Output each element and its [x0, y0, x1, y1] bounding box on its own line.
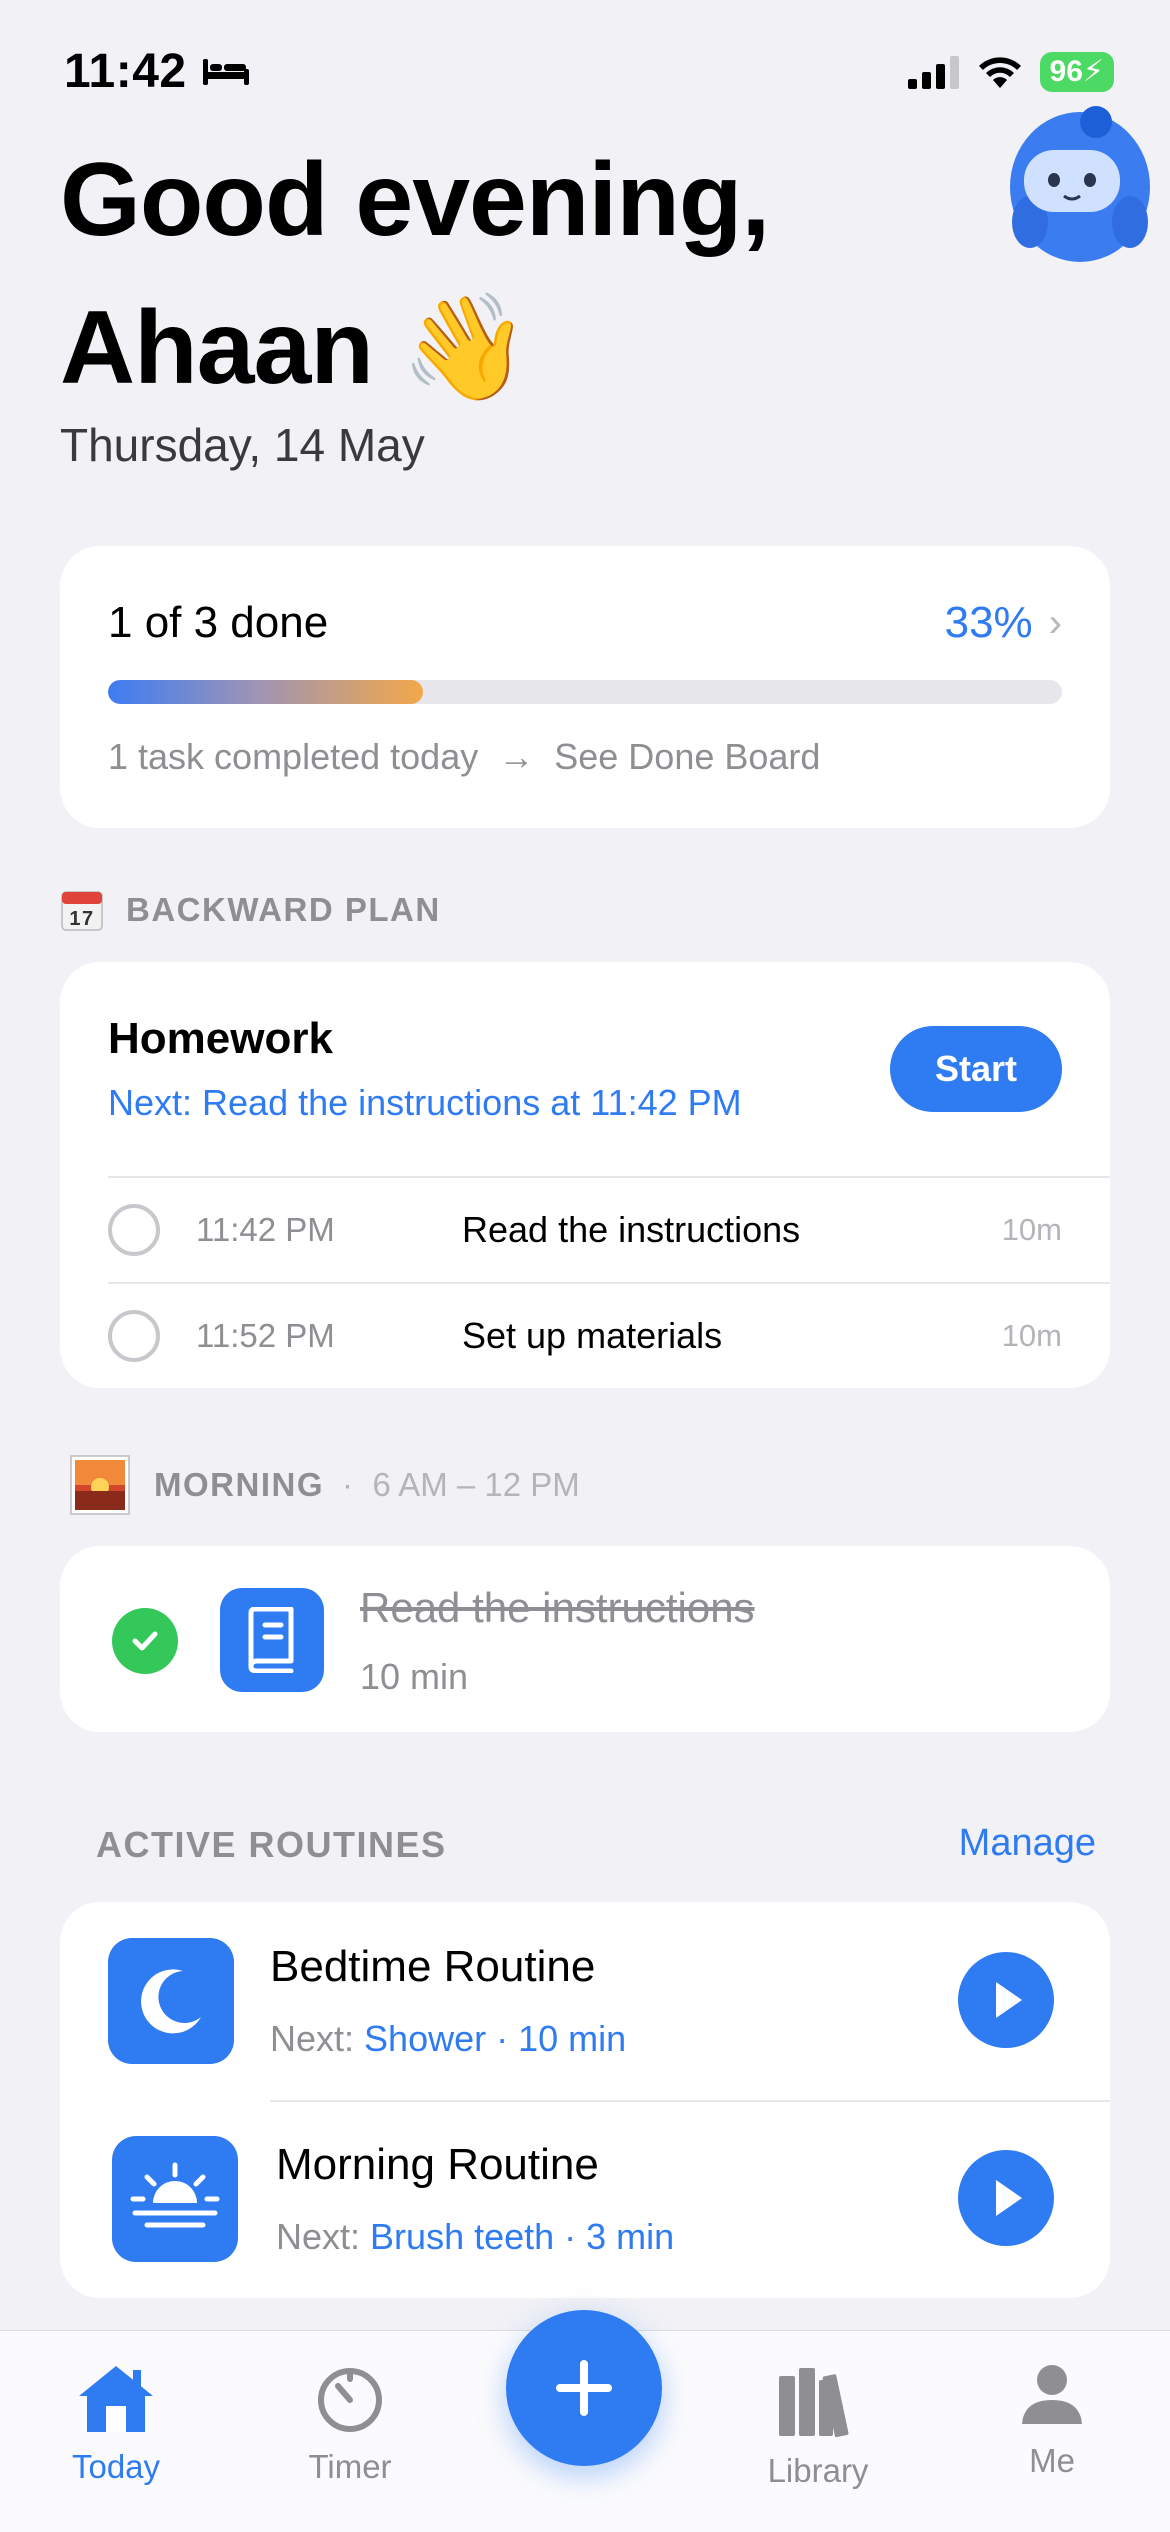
battery-level: 96 [1049, 55, 1083, 88]
plan-step-row[interactable]: 11:42 PM Read the instructions 10m [108, 1176, 1110, 1282]
start-button[interactable]: Start [890, 1026, 1062, 1112]
routine-next: Next: Brush teeth · 3 min [276, 2216, 674, 2258]
status-time-text: 11:42 [64, 45, 187, 98]
morning-range: 6 AM – 12 PM [372, 1466, 580, 1503]
timer-icon [318, 2368, 382, 2432]
progress-percent[interactable]: 33% › [945, 598, 1062, 648]
battery-indicator: 96⚡ [1039, 52, 1114, 92]
book-icon [220, 1588, 324, 1692]
morning-label-text: MORNING [154, 1466, 324, 1503]
routine-next-value: Brush teeth · 3 min [370, 2216, 675, 2257]
moon-icon [108, 1938, 234, 2064]
tab-timer-label: Timer [308, 2448, 392, 2485]
step-duration: 10m [1001, 1212, 1062, 1247]
sunrise-icon [112, 2136, 238, 2262]
library-icon [779, 2368, 849, 2438]
morning-label: MORNING · 6 AM – 12 PM [70, 1455, 580, 1515]
status-icons: 96⚡ [907, 52, 1114, 92]
home-screen: 11:42 96⚡ Good evening, Ahaan 👋 Thursday… [0, 0, 1170, 2532]
greeting-line-1: Good evening, [60, 142, 770, 258]
routine-title: Bedtime Routine [270, 1942, 596, 1991]
progress-title: 1 of 3 done [108, 598, 329, 647]
progress-subtitle: 1 task completed today → See Done Board [108, 736, 820, 778]
progress-percent-label: 33% [944, 598, 1033, 647]
plan-title: Homework [108, 1014, 333, 1063]
active-routines-header: ACTIVE ROUTINES [96, 1824, 447, 1865]
tab-timer[interactable]: Timer [300, 2362, 400, 2486]
manage-link[interactable]: Manage [959, 1822, 1096, 1865]
plus-icon [556, 2360, 612, 2416]
step-checkbox[interactable] [108, 1204, 160, 1256]
step-time: 11:52 PM [196, 1317, 335, 1354]
progress-card[interactable]: 1 of 3 done 33% › 1 task completed today… [60, 546, 1110, 828]
play-button[interactable] [958, 2150, 1054, 2246]
completed-task-title: Read the instructions [360, 1584, 755, 1631]
progress-fill [108, 680, 423, 704]
backward-plan-card[interactable]: Homework Next: Read the instructions at … [60, 962, 1110, 1388]
tab-today[interactable]: Today [66, 2362, 166, 2486]
home-icon [79, 2366, 153, 2432]
greeting-line-2: Ahaan 👋 [60, 290, 530, 406]
completed-count-text: 1 task completed today [108, 736, 479, 777]
person-icon [1022, 2365, 1082, 2424]
calendar-day: 17 [69, 908, 94, 930]
tab-library[interactable]: Library [756, 2362, 880, 2490]
add-button[interactable] [506, 2310, 662, 2466]
greeting-heading: Good evening, Ahaan 👋 [60, 126, 770, 422]
tab-today-label: Today [71, 2448, 161, 2485]
step-duration: 10m [1001, 1318, 1062, 1353]
tab-me-label: Me [1029, 2442, 1075, 2479]
routines-card: Bedtime Routine Next: Shower · 10 min Mo… [60, 1902, 1110, 2298]
progress-track [108, 680, 1062, 704]
current-date: Thursday, 14 May [60, 419, 425, 471]
chevron-right-icon: › [1048, 600, 1062, 645]
play-button[interactable] [958, 1952, 1054, 2048]
routine-row[interactable]: Bedtime Routine Next: Shower · 10 min [60, 1902, 1110, 2100]
routine-next-value: Shower · 10 min [364, 2018, 627, 2059]
routine-next-prefix: Next: [270, 2018, 355, 2059]
completed-task-duration: 10 min [360, 1656, 469, 1697]
morning-task-card[interactable]: Read the instructions 10 min [60, 1546, 1110, 1732]
status-time: 11:42 [64, 44, 251, 99]
completed-check-icon[interactable] [112, 1608, 178, 1674]
sunrise-photo-icon [70, 1455, 130, 1515]
plan-next: Next: Read the instructions at 11:42 PM [108, 1082, 742, 1123]
backward-plan-label-text: BACKWARD PLAN [126, 891, 441, 928]
separator-dot: · [342, 1466, 355, 1503]
step-time: 11:42 PM [196, 1211, 335, 1248]
wifi-icon [978, 57, 1021, 88]
plan-step-row[interactable]: 11:52 PM Set up materials 10m [108, 1282, 1110, 1388]
calendar-icon: 17 [61, 891, 103, 931]
robot-mascot-avatar[interactable] [990, 92, 1170, 272]
arrow-right-icon: → [488, 736, 555, 777]
routine-next: Next: Shower · 10 min [270, 2018, 626, 2060]
routine-row[interactable]: Morning Routine Next: Brush teeth · 3 mi… [60, 2100, 1110, 2298]
step-task: Set up materials [462, 1315, 723, 1356]
tab-library-label: Library [767, 2452, 869, 2489]
routine-title: Morning Routine [276, 2140, 599, 2189]
signal-icon [907, 56, 959, 89]
tab-me[interactable]: Me [1002, 2362, 1102, 2480]
done-board-link[interactable]: See Done Board [554, 736, 820, 777]
backward-plan-label: 17 BACKWARD PLAN [60, 888, 441, 932]
step-task: Read the instructions [462, 1209, 801, 1250]
bed-icon [202, 58, 249, 85]
step-checkbox[interactable] [108, 1310, 160, 1362]
routine-next-prefix: Next: [276, 2216, 361, 2257]
